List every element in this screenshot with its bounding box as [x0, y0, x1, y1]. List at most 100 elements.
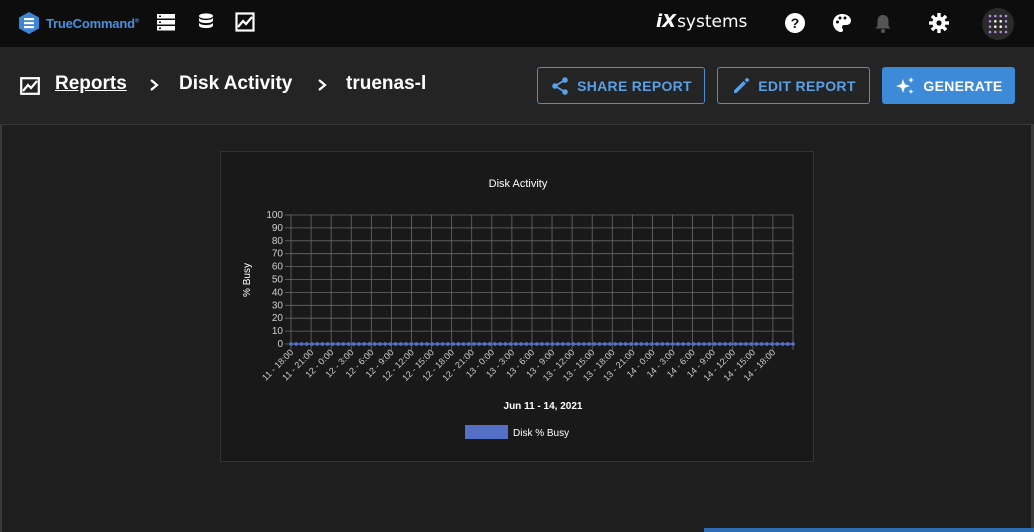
data-point [707, 342, 712, 346]
y-tick-label: 30 [272, 300, 284, 311]
share-report-button[interactable]: SHARE REPORT [537, 67, 705, 104]
legend-label: Disk % Busy [513, 428, 569, 439]
gear-icon[interactable] [928, 12, 950, 34]
data-point [529, 342, 534, 346]
data-point [330, 342, 335, 346]
data-point [581, 342, 586, 346]
chart-y-axis-label: % Busy [242, 263, 253, 297]
data-point [780, 342, 785, 346]
data-point [508, 342, 513, 346]
data-point [749, 342, 754, 346]
data-point [764, 342, 769, 346]
legend-swatch [465, 425, 508, 439]
breadcrumb-disk-activity: Disk Activity [179, 73, 293, 94]
data-point [425, 342, 429, 346]
data-point [466, 342, 471, 346]
edit-report-label: EDIT REPORT [758, 77, 856, 94]
data-point [623, 342, 628, 346]
y-tick-label: 60 [272, 262, 284, 273]
data-point [404, 342, 408, 346]
data-point [785, 342, 790, 346]
data-point [341, 342, 346, 346]
data-point [346, 342, 351, 346]
data-point [472, 342, 476, 346]
data-point [676, 342, 680, 346]
truecommand-logo-icon [19, 12, 39, 34]
ix-mark: iX [656, 11, 677, 32]
data-point [744, 342, 748, 346]
data-point [670, 342, 675, 346]
data-point [493, 342, 497, 346]
truecommand-logo[interactable]: TrueCommand® [18, 10, 139, 36]
data-point [440, 342, 445, 346]
data-point [388, 342, 393, 346]
data-point [461, 342, 466, 346]
data-point [419, 342, 424, 346]
y-tick-label: 40 [272, 287, 284, 298]
data-point [487, 342, 492, 346]
ixsystems-logo[interactable]: iX systems [656, 11, 747, 32]
data-point [644, 342, 649, 346]
data-point [592, 342, 597, 346]
data-point [524, 342, 529, 346]
y-tick-label: 50 [272, 275, 284, 286]
data-point [513, 342, 518, 346]
svg-text:?: ? [791, 15, 800, 31]
data-point [587, 342, 591, 346]
chart-legend[interactable]: Disk % Busy [465, 425, 569, 439]
data-point [660, 342, 665, 346]
user-avatar[interactable] [982, 8, 1014, 40]
data-point [310, 342, 314, 346]
data-point [398, 342, 403, 346]
data-point [566, 342, 571, 346]
data-point [634, 342, 639, 346]
data-point [414, 342, 419, 346]
data-point [738, 342, 743, 346]
share-report-label: SHARE REPORT [577, 77, 692, 94]
data-point [686, 342, 691, 346]
palette-icon[interactable] [831, 12, 853, 34]
y-tick-label: 100 [266, 210, 283, 221]
data-point [367, 342, 372, 346]
data-point [649, 342, 654, 346]
data-point [597, 342, 602, 346]
data-point [691, 342, 696, 346]
chart-x-ticks: 11 - 18:0011 - 21:0012 - 0:0012 - 3:0012… [260, 347, 777, 383]
data-point [304, 342, 309, 346]
data-point [550, 342, 555, 346]
data-point [294, 342, 299, 346]
brand-text: systems [677, 11, 748, 32]
chart-y-ticks: 0 10 20 30 4050 60 70 80 90 100 [266, 210, 283, 350]
reports-icon [20, 77, 40, 95]
data-point [545, 342, 550, 346]
breadcrumb-reports[interactable]: Reports [55, 73, 127, 95]
data-point [383, 342, 388, 346]
data-point [357, 342, 361, 346]
edit-report-button[interactable]: EDIT REPORT [717, 67, 870, 104]
database-icon[interactable] [196, 12, 216, 32]
y-tick-label: 90 [272, 223, 284, 234]
reports-icon[interactable] [235, 12, 255, 32]
help-icon[interactable]: ? [784, 12, 806, 34]
data-point [435, 342, 440, 346]
share-icon [552, 76, 568, 95]
generate-button[interactable]: GENERATE [882, 67, 1015, 104]
breadcrumb-truenas: truenas-l [346, 73, 427, 94]
y-tick-label: 80 [272, 236, 284, 247]
y-tick-label: 10 [272, 326, 284, 337]
data-point [325, 342, 330, 346]
content-border-left [0, 125, 2, 532]
server-icon[interactable] [156, 12, 176, 32]
data-point [409, 342, 414, 346]
data-point [728, 342, 733, 346]
bell-icon[interactable] [872, 12, 894, 34]
data-point [456, 342, 461, 346]
data-point [393, 342, 398, 346]
y-tick-label: 0 [277, 339, 283, 350]
data-point [696, 342, 701, 346]
data-point [534, 342, 539, 346]
data-point [561, 342, 565, 346]
data-point [430, 342, 435, 346]
data-point [712, 342, 717, 346]
generate-label: GENERATE [923, 77, 1003, 94]
